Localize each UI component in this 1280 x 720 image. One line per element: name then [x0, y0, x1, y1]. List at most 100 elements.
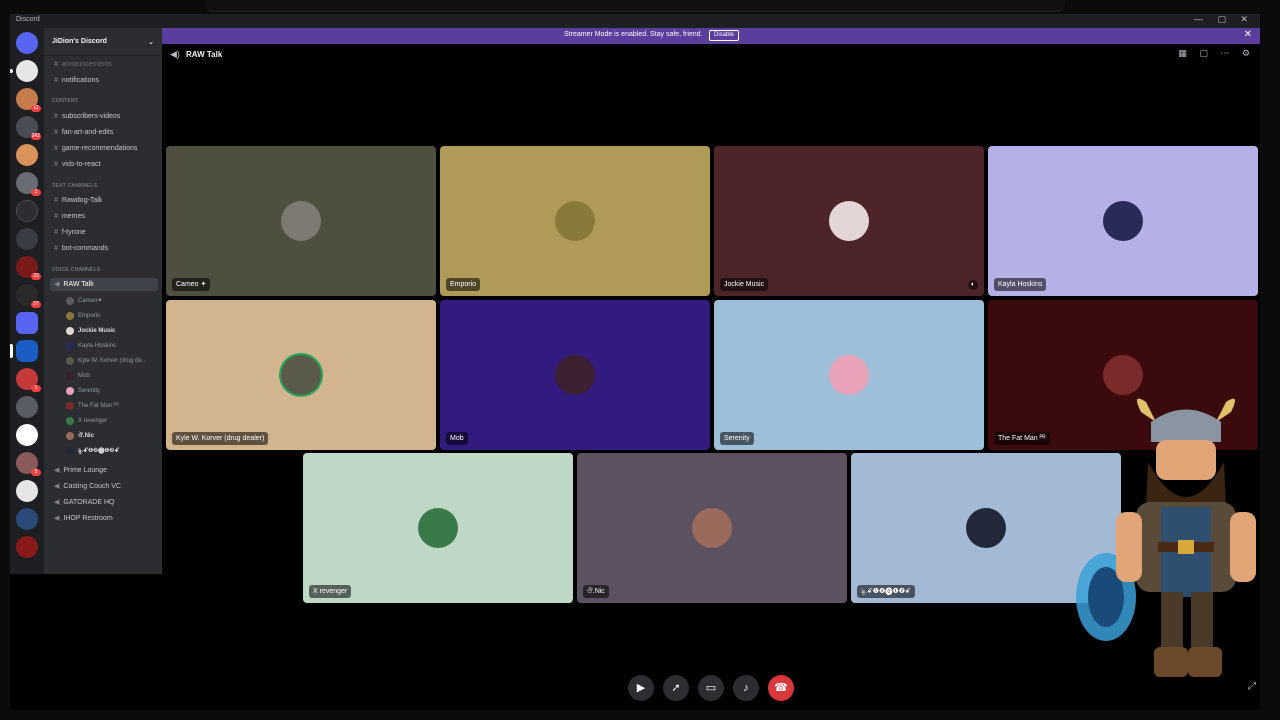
- server-header[interactable]: JiDion's Discord ⌄: [44, 28, 162, 56]
- participant-tile[interactable]: Cameo ✦: [166, 146, 436, 296]
- participant-tile[interactable]: Emporio: [440, 146, 710, 296]
- channel-announcements[interactable]: # announcements: [50, 58, 158, 71]
- hash-icon: #: [54, 77, 58, 84]
- browser-top-bar: [205, 0, 1065, 12]
- voice-channel[interactable]: ◀ GATORADE HQ: [50, 496, 158, 509]
- voice-user[interactable]: Jockie Music: [64, 324, 160, 338]
- activity-button[interactable]: ➚: [663, 675, 689, 701]
- server-icon[interactable]: 242: [16, 116, 41, 140]
- screen-share-button[interactable]: ▭: [698, 675, 724, 701]
- participant-name: Kayla Hoskins: [994, 278, 1047, 291]
- voice-channel[interactable]: ◀ IHOP Restroom: [50, 512, 158, 525]
- channel-notifications[interactable]: # notifications: [50, 74, 158, 87]
- server-icon[interactable]: [16, 424, 38, 446]
- participant-name: The Fat Man ᴾᴿ: [994, 432, 1050, 445]
- channel-item[interactable]: # fan-art-and-edits: [50, 126, 158, 139]
- channel-sidebar: JiDion's Discord ⌄ # announcements # notif…: [44, 28, 162, 574]
- category-content[interactable]: CONTENT: [52, 98, 78, 104]
- server-icon[interactable]: [16, 536, 38, 558]
- participant-name: Serenity: [720, 432, 754, 445]
- participant-tile[interactable]: Kyle W. Korver (drug dealer): [166, 300, 436, 450]
- participant-tile[interactable]: Kayla Hoskins: [988, 146, 1258, 296]
- server-icon[interactable]: [16, 144, 38, 166]
- rocket-icon: ➚: [671, 682, 681, 694]
- channel-item[interactable]: # vids-to-react: [50, 158, 158, 171]
- server-icon-active[interactable]: [10, 340, 38, 362]
- screen-frame: Discord — ▢ ✕ 11 242 3 33 27 1 5 JiDion'…: [0, 0, 1280, 720]
- avatar: [692, 508, 732, 548]
- server-list: 11 242 3 33 27 1 5: [10, 28, 44, 574]
- server-icon[interactable]: 27: [16, 284, 41, 308]
- speaker-icon: ◀: [54, 467, 60, 474]
- speaker-icon: ◀: [54, 483, 60, 490]
- discord-home-icon[interactable]: [16, 32, 38, 54]
- participant-name: Cameo ✦: [172, 278, 211, 291]
- deafened-icon: ◐: [968, 280, 978, 290]
- participant-name: Jockie Music: [720, 278, 769, 291]
- more-icon[interactable]: ⋯: [1220, 48, 1229, 58]
- participant-name: Kyle W. Korver (drug dealer): [172, 432, 269, 445]
- participant-tile[interactable]: Jockie Music ◐: [714, 146, 984, 296]
- voice-user[interactable]: X revenger: [64, 414, 160, 428]
- avatar: [281, 201, 321, 241]
- streamer-mode-banner: Streamer Mode is enabled. Stay safe, fri…: [162, 28, 1260, 44]
- channel-item[interactable]: # game-recommendations: [50, 142, 158, 155]
- server-icon[interactable]: 33: [16, 256, 41, 280]
- server-icon[interactable]: [16, 228, 38, 250]
- server-icon[interactable]: [16, 508, 38, 530]
- avatar: [418, 508, 458, 548]
- fullscreen-icon[interactable]: ⤢: [1248, 681, 1256, 692]
- settings-icon[interactable]: ⚙: [1242, 48, 1250, 58]
- server-icon[interactable]: [10, 60, 38, 82]
- voice-channel[interactable]: ◀ Casting Couch VC: [50, 480, 158, 493]
- channel-item[interactable]: # Rawdog-Talk: [50, 194, 158, 207]
- mic-button[interactable]: ♪: [733, 675, 759, 701]
- disable-button[interactable]: Disable: [709, 30, 740, 41]
- camera-button[interactable]: ▶: [628, 675, 654, 701]
- server-icon[interactable]: 1: [16, 368, 41, 392]
- participant-name: ৡ.ꗃ❶❷⓿❶❷ꗃ: [857, 585, 915, 598]
- participant-tile[interactable]: Mob: [440, 300, 710, 450]
- category-voice-channels[interactable]: VOICE CHANNELS: [52, 267, 100, 273]
- participant-tile[interactable]: Serenity: [714, 300, 984, 450]
- voice-user[interactable]: ঔ.Nic: [64, 429, 160, 443]
- voice-user[interactable]: Kyle W. Korver (drug de...: [64, 354, 160, 368]
- voice-channel[interactable]: ◀ Prime Lounge: [50, 464, 158, 477]
- voice-user[interactable]: Cameo✦: [64, 294, 160, 308]
- window-controls[interactable]: — ▢ ✕: [1194, 14, 1254, 25]
- folder-icon[interactable]: [16, 312, 38, 334]
- voice-user[interactable]: Emporio: [64, 309, 160, 323]
- avatar: [555, 355, 595, 395]
- participant-name: Emporio: [446, 278, 481, 291]
- voice-user[interactable]: ৡ.ꗃ❶❷⓿❶❷ꗃ: [64, 444, 160, 458]
- grid-layout-icon[interactable]: ▦: [1178, 48, 1187, 58]
- voice-channel-active[interactable]: ◀ RAW Talk: [50, 278, 158, 291]
- banner-text: Streamer Mode is enabled. Stay safe, fri…: [564, 31, 703, 38]
- channel-item[interactable]: # memes: [50, 210, 158, 223]
- server-icon[interactable]: [16, 200, 38, 222]
- camera-icon: ▶: [636, 682, 646, 694]
- voice-user[interactable]: The Fat Man ᴾᴿ: [64, 399, 160, 413]
- participant-name: Mob: [446, 432, 468, 445]
- server-icon[interactable]: 11: [16, 88, 41, 112]
- close-icon[interactable]: ✕: [1244, 29, 1252, 40]
- server-icon[interactable]: 3: [16, 172, 41, 196]
- disconnect-button[interactable]: ☎: [768, 675, 794, 701]
- header-tools: ▦ ▢ ⋯ ⚙: [1168, 48, 1250, 59]
- channel-item[interactable]: # f-tyrone: [50, 226, 158, 239]
- participant-tile[interactable]: X revenger: [303, 453, 573, 603]
- voice-user[interactable]: Kayla Hoskins: [64, 339, 160, 353]
- chevron-down-icon: ⌄: [148, 39, 154, 46]
- server-icon[interactable]: 5: [16, 452, 41, 476]
- voice-user[interactable]: Mob: [64, 369, 160, 383]
- avatar: [555, 201, 595, 241]
- avatar: [966, 508, 1006, 548]
- popout-icon[interactable]: ▢: [1199, 48, 1208, 58]
- channel-item[interactable]: # bot-commands: [50, 242, 158, 255]
- server-icon[interactable]: [16, 480, 38, 502]
- category-text-channels[interactable]: TEXT CHANNELS: [52, 183, 97, 189]
- server-icon[interactable]: [16, 396, 38, 418]
- participant-tile[interactable]: ঔ.Nic: [577, 453, 847, 603]
- channel-item[interactable]: # subscribers-videos: [50, 110, 158, 123]
- voice-user[interactable]: Serenity: [64, 384, 160, 398]
